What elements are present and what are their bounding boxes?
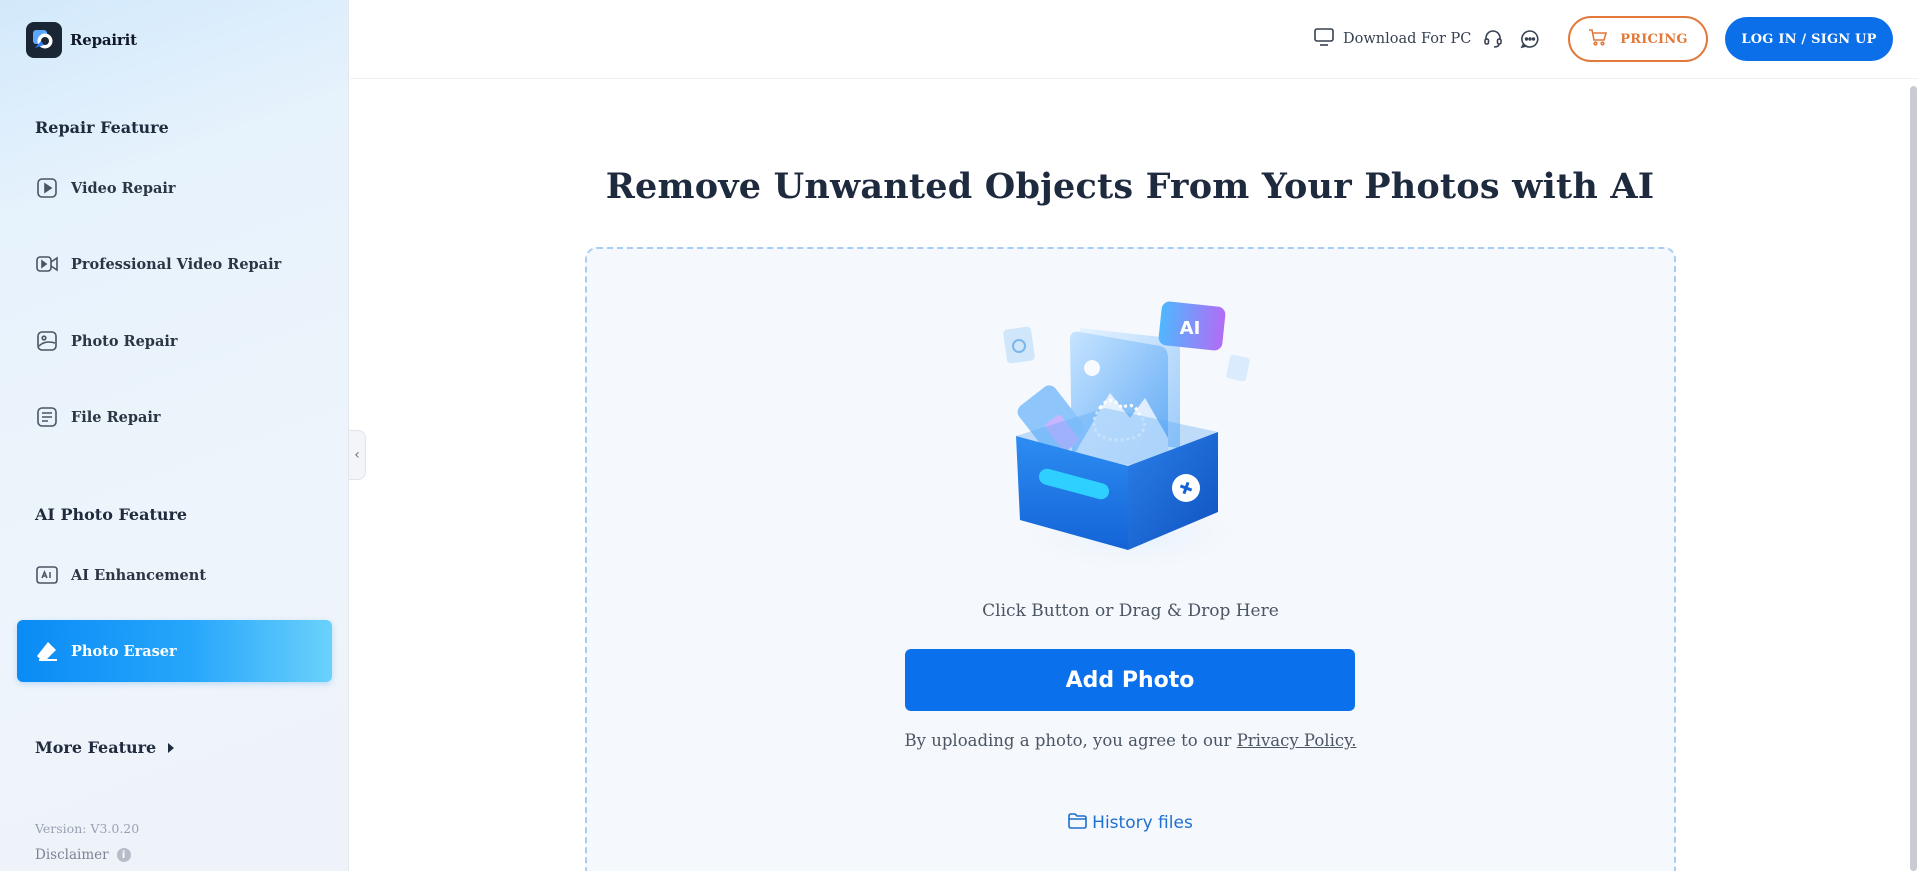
monitor-icon <box>1314 28 1334 50</box>
sidebar-item-label: File Repair <box>71 408 161 426</box>
agreement-text: By uploading a photo, you agree to our <box>904 731 1232 750</box>
disclaimer-link[interactable]: Disclaimer i <box>35 847 131 863</box>
page-title: Remove Unwanted Objects From Your Photos… <box>605 166 1655 207</box>
sidebar-item-ai-enhancement[interactable]: AI Enhancement <box>17 544 332 606</box>
image-icon <box>35 329 59 353</box>
sidebar-item-video-repair[interactable]: Video Repair <box>17 157 332 219</box>
privacy-agreement: By uploading a photo, you agree to our P… <box>585 731 1676 750</box>
download-label: Download For PC <box>1343 31 1472 47</box>
login-signup-button[interactable]: LOG IN / SIGN UP <box>1725 17 1893 61</box>
more-feature-toggle[interactable]: More Feature <box>35 738 175 757</box>
sidebar-item-label: Video Repair <box>71 179 176 197</box>
sidebar-item-label: AI Enhancement <box>71 566 207 584</box>
add-photo-button[interactable]: Add Photo <box>905 649 1355 711</box>
drag-drop-hint: Click Button or Drag & Drop Here <box>982 601 1279 621</box>
download-for-pc-button[interactable]: Download For PC <box>1314 28 1471 50</box>
info-icon[interactable]: i <box>116 848 131 862</box>
privacy-policy-link[interactable]: Privacy Policy. <box>1237 731 1357 750</box>
eraser-icon <box>35 639 59 663</box>
ai-photo-feature-title: AI Photo Feature <box>35 505 188 524</box>
ai-badge-text: AI <box>1180 318 1201 339</box>
caret-right-icon <box>168 742 175 753</box>
sidebar-item-label: Photo Eraser <box>71 642 177 660</box>
chevron-left-icon: ‹ <box>354 447 360 463</box>
upload-box-illustration: AI <box>1000 298 1260 578</box>
ai-chip-icon <box>35 563 59 587</box>
pricing-label: PRICING <box>1620 31 1688 47</box>
sidebar-item-label: Professional Video Repair <box>71 255 282 273</box>
history-files-label: History files <box>1092 813 1193 833</box>
version-text: Version: V3.0.20 <box>35 821 140 836</box>
history-files-button[interactable]: History files <box>585 813 1676 833</box>
document-icon <box>35 405 59 429</box>
sidebar-item-file-repair[interactable]: File Repair <box>17 386 332 448</box>
play-square-icon <box>35 176 59 200</box>
top-header: Download For PC PRICING LOG IN / SIGN UP <box>350 0 1918 79</box>
disclaimer-label: Disclaimer <box>35 847 109 863</box>
page-scrollbar[interactable] <box>1909 80 1918 871</box>
scrollbar-thumb[interactable] <box>1910 86 1917 871</box>
repairit-logo-icon <box>26 22 62 58</box>
sidebar-item-photo-eraser[interactable]: Photo Eraser <box>17 620 332 682</box>
cart-icon <box>1588 28 1608 50</box>
more-feature-label: More Feature <box>35 738 157 757</box>
brand-name: Repairit <box>70 31 137 49</box>
sidebar-collapse-button[interactable]: ‹ <box>349 430 366 480</box>
video-camera-icon <box>35 252 59 276</box>
pricing-button[interactable]: PRICING <box>1568 16 1708 62</box>
brand[interactable]: Repairit <box>26 22 137 58</box>
repair-feature-title: Repair Feature <box>35 118 169 137</box>
sidebar-item-professional-video-repair[interactable]: Professional Video Repair <box>17 233 332 295</box>
sidebar: Repairit Repair Feature Video Repair Pro… <box>0 0 349 871</box>
chat-icon[interactable] <box>1519 28 1541 50</box>
sidebar-item-label: Photo Repair <box>71 332 178 350</box>
headset-icon[interactable] <box>1482 28 1504 50</box>
sidebar-item-photo-repair[interactable]: Photo Repair <box>17 310 332 372</box>
folder-icon <box>1068 813 1087 833</box>
